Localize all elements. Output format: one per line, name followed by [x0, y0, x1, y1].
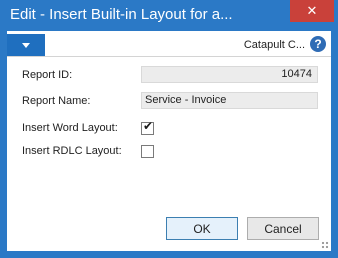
report-name-label: Report Name: [22, 95, 91, 107]
help-icon[interactable]: ? [310, 36, 326, 52]
insert-rdlc-layout-label: Insert RDLC Layout: [22, 145, 122, 157]
ok-button[interactable]: OK [166, 217, 238, 240]
ribbon-bar: Catapult C... ? [7, 31, 331, 57]
report-id-label: Report ID: [22, 69, 73, 81]
window-title: Edit - Insert Built-in Layout for a... [10, 6, 233, 23]
insert-word-layout-checkbox[interactable]: ✔ [141, 119, 154, 135]
insert-word-layout-label: Insert Word Layout: [22, 122, 118, 134]
close-icon: ✕ [306, 3, 318, 18]
application-menu-button[interactable] [7, 34, 45, 56]
dialog-content: Catapult C... ? Report ID: 10474 Report … [7, 31, 331, 251]
resize-grip[interactable] [321, 241, 329, 249]
report-name-field: Service - Invoice [141, 92, 318, 109]
report-id-field: 10474 [141, 66, 318, 83]
title-bar: Edit - Insert Built-in Layout for a... ✕ [0, 0, 338, 32]
dialog-window: Edit - Insert Built-in Layout for a... ✕… [0, 0, 338, 258]
close-button[interactable]: ✕ [290, 0, 334, 22]
chevron-down-icon [22, 42, 30, 48]
insert-rdlc-layout-checkbox[interactable] [141, 145, 154, 158]
company-name: Catapult C... [243, 39, 305, 51]
cancel-button[interactable]: Cancel [247, 217, 319, 240]
checkmark-icon: ✔ [143, 119, 154, 133]
